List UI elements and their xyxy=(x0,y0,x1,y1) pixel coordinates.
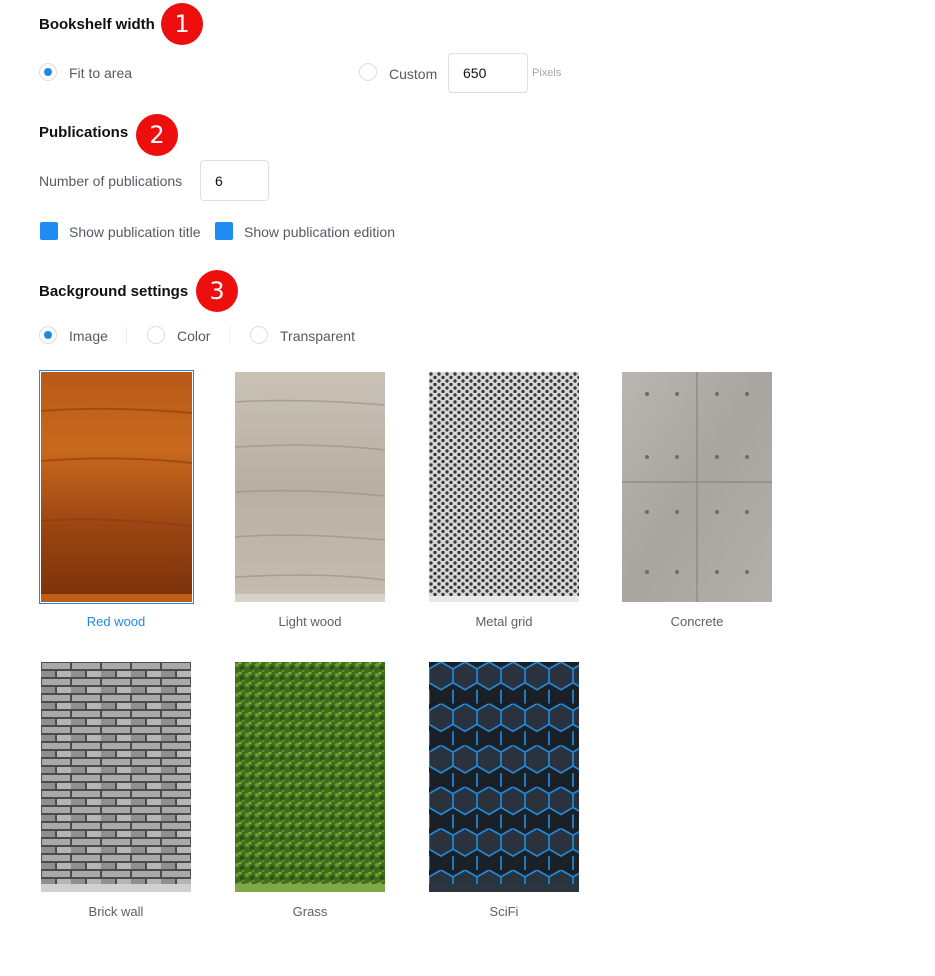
texture-label-grass[interactable]: Grass xyxy=(235,904,385,919)
background-settings-heading: Background settings xyxy=(39,283,189,300)
fit-to-area-radio[interactable] xyxy=(39,63,57,81)
publications-heading: Publications xyxy=(39,124,129,141)
scifi-texture xyxy=(429,662,579,892)
number-of-publications-label: Number of publications xyxy=(39,173,183,189)
texture-label-metal-grid[interactable]: Metal grid xyxy=(429,614,579,629)
show-title-label[interactable]: Show publication title xyxy=(69,224,201,240)
show-edition-label[interactable]: Show publication edition xyxy=(244,224,395,240)
texture-label-brick-wall[interactable]: Brick wall xyxy=(41,904,191,919)
brick-wall-texture xyxy=(41,662,191,892)
custom-width-input[interactable] xyxy=(448,53,528,93)
texture-label-scifi[interactable]: SciFi xyxy=(429,904,579,919)
step-badge-1: 1 xyxy=(161,3,203,45)
light-wood-texture xyxy=(235,372,385,602)
custom-width-radio[interactable] xyxy=(359,63,377,81)
red-wood-texture xyxy=(40,372,193,602)
background-image-label[interactable]: Image xyxy=(69,328,108,344)
background-transparent-radio[interactable] xyxy=(250,326,268,344)
texture-red-wood[interactable] xyxy=(39,370,194,604)
texture-scifi[interactable] xyxy=(429,662,579,892)
custom-width-label[interactable]: Custom xyxy=(389,66,437,82)
texture-metal-grid[interactable] xyxy=(429,372,579,602)
show-edition-checkbox[interactable] xyxy=(215,222,233,240)
concrete-texture xyxy=(622,372,772,602)
background-transparent-label[interactable]: Transparent xyxy=(280,328,355,344)
texture-light-wood[interactable] xyxy=(235,372,385,602)
mode-divider xyxy=(126,326,127,344)
bookshelf-width-heading: Bookshelf width xyxy=(39,16,155,33)
step-badge-3: 3 xyxy=(196,270,238,312)
pixels-unit-label: Pixels xyxy=(532,67,562,79)
background-color-radio[interactable] xyxy=(147,326,165,344)
show-title-checkbox[interactable] xyxy=(40,222,58,240)
fit-to-area-label[interactable]: Fit to area xyxy=(69,65,132,81)
grass-texture xyxy=(235,662,385,892)
metal-grid-texture xyxy=(429,372,579,602)
step-badge-2: 2 xyxy=(136,114,178,156)
number-of-publications-input[interactable] xyxy=(200,160,269,201)
texture-brick-wall[interactable] xyxy=(41,662,191,892)
texture-concrete[interactable] xyxy=(622,372,772,602)
texture-grass[interactable] xyxy=(235,662,385,892)
texture-label-red-wood[interactable]: Red wood xyxy=(41,614,191,629)
texture-label-light-wood[interactable]: Light wood xyxy=(235,614,385,629)
mode-divider xyxy=(229,326,230,344)
texture-label-concrete[interactable]: Concrete xyxy=(622,614,772,629)
background-image-radio[interactable] xyxy=(39,326,57,344)
background-color-label[interactable]: Color xyxy=(177,328,210,344)
